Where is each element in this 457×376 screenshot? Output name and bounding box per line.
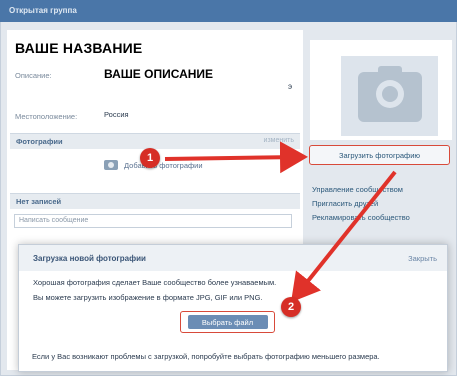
step-1-badge: 1	[140, 148, 160, 168]
arrow-to-choose-file	[291, 170, 397, 303]
annotation-arrows	[164, 141, 397, 303]
step-2-badge: 2	[281, 297, 301, 317]
arrow-to-upload	[164, 141, 308, 174]
